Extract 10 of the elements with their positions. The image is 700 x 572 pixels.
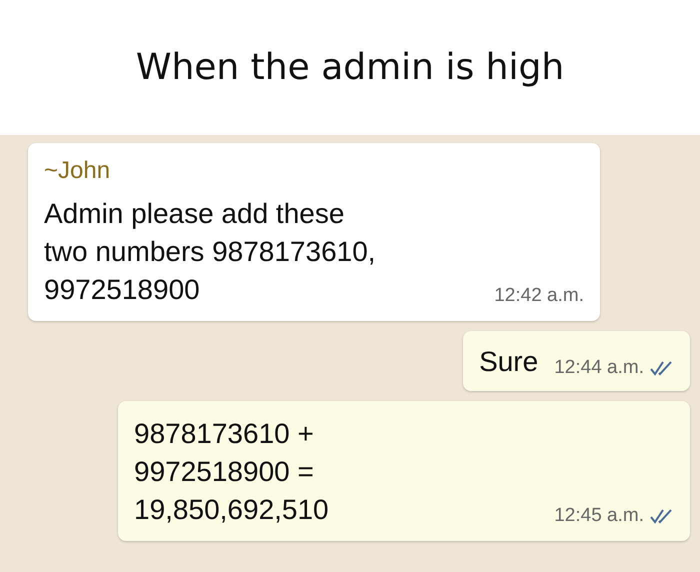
- message-time: 12:42 a.m.: [494, 285, 584, 307]
- sender-name: ~John: [44, 157, 112, 185]
- double-check-icon: [650, 360, 674, 376]
- message-text: 9878173610 + 9972518900 = 19,850,692,510: [134, 417, 330, 527]
- message-time: 12:44 a.m.: [554, 357, 644, 379]
- message-text: Admin please add these two numbers 9878173610, 9972518900: [44, 197, 377, 307]
- message-text: Sure: [479, 345, 538, 379]
- caption: When the admin is high: [136, 47, 564, 88]
- message-time: 12:45 a.m.: [554, 505, 644, 527]
- double-check-icon: [650, 508, 674, 524]
